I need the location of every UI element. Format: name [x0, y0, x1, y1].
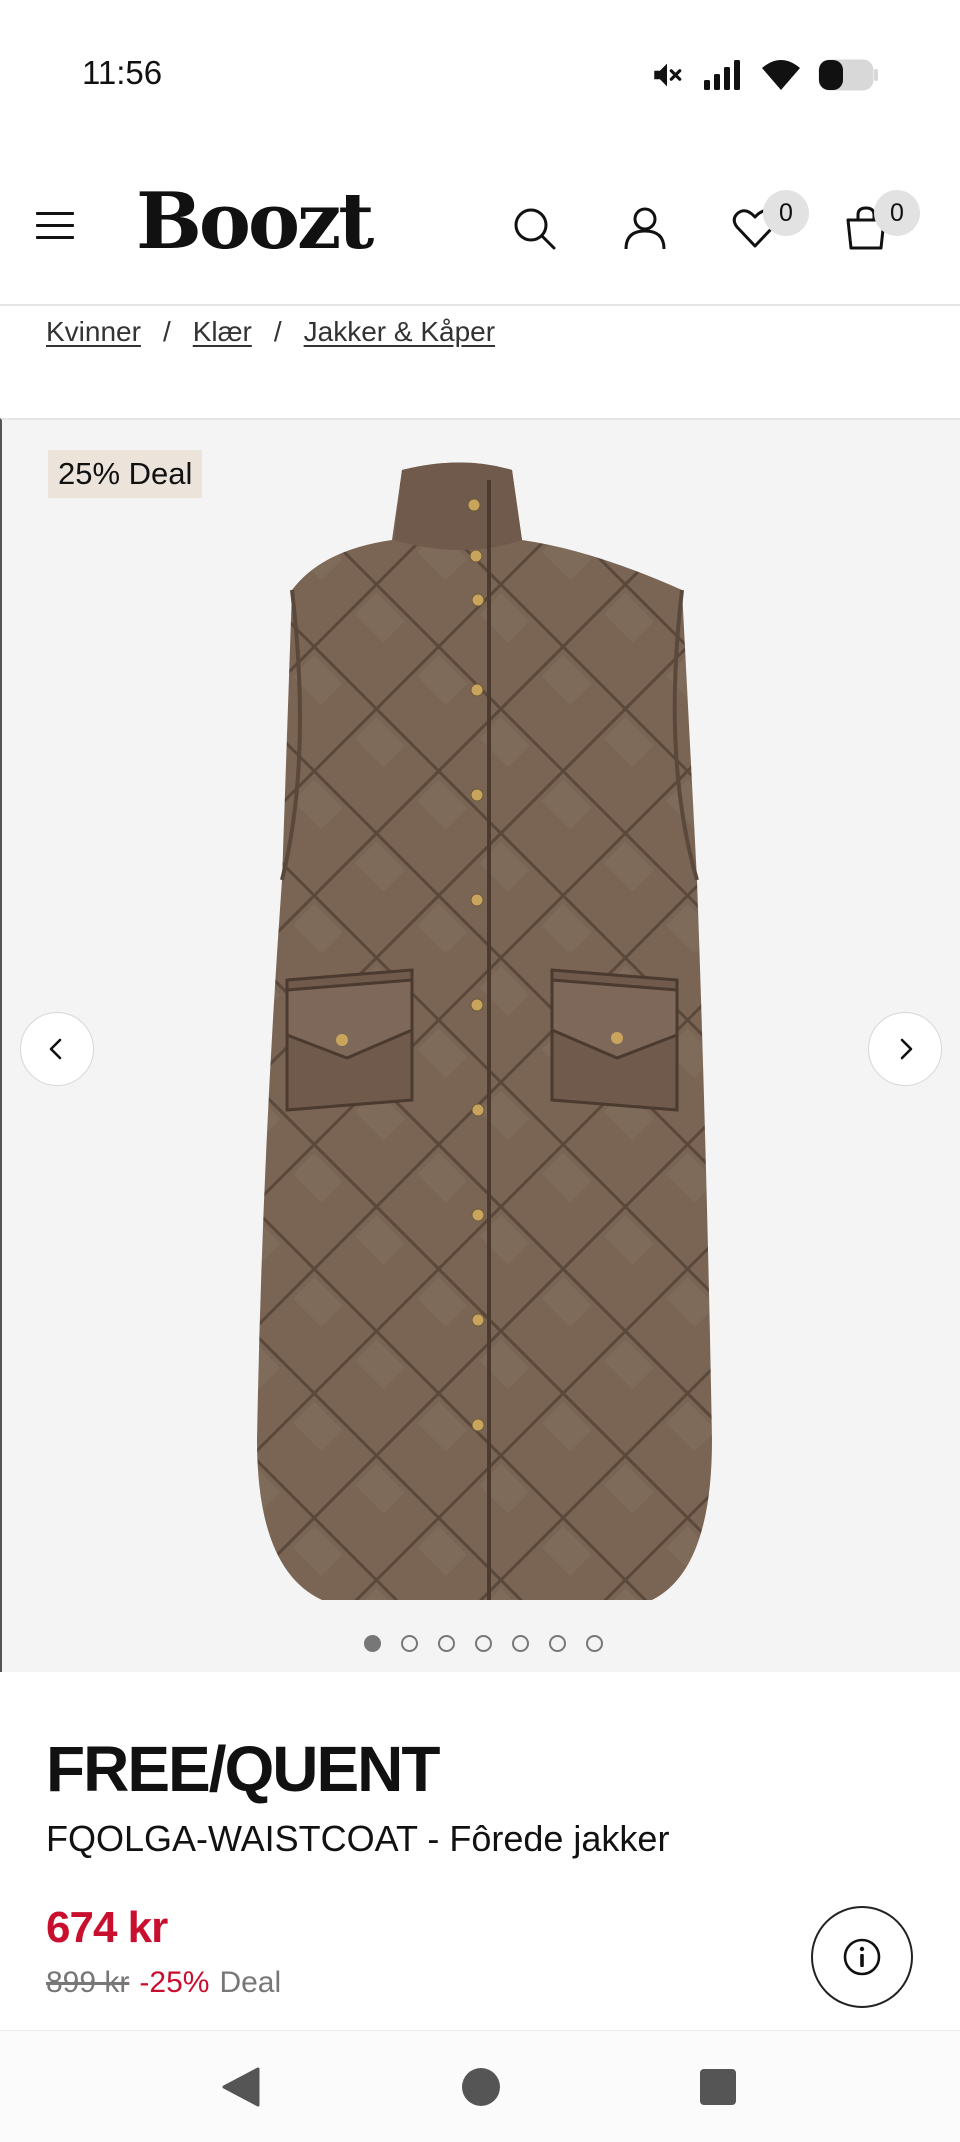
recents-button[interactable] [698, 2065, 738, 2114]
user-icon [624, 207, 666, 250]
deal-label: Deal [219, 1966, 282, 1999]
pagination-dot[interactable] [438, 1635, 455, 1652]
discount-percent: -25% [139, 1966, 210, 1999]
pagination-dot[interactable] [512, 1635, 529, 1652]
chevron-left-icon [49, 1038, 62, 1060]
pagination-dot[interactable] [401, 1635, 418, 1652]
next-image-button[interactable] [868, 1012, 942, 1086]
search-button[interactable] [508, 202, 560, 254]
system-nav-bar [0, 2030, 960, 2142]
breadcrumb: Kvinner / Klær / Jakker & Kåper [46, 316, 495, 348]
menu-button[interactable] [36, 212, 74, 242]
pagination-dot[interactable] [549, 1635, 566, 1652]
price-info-button[interactable] [811, 1906, 913, 2008]
battery-icon [818, 59, 878, 91]
menu-icon [36, 212, 74, 215]
price-details: 899 kr -25% Deal [46, 1966, 281, 2000]
image-pagination [364, 1635, 603, 1652]
mute-icon [654, 63, 682, 87]
pagination-dot[interactable] [364, 1635, 381, 1652]
product-image[interactable] [252, 460, 712, 1620]
status-bar: 11:56 [0, 0, 960, 150]
old-price: 899 kr [46, 1966, 130, 1999]
home-circle-icon [462, 2068, 500, 2106]
status-icons [650, 58, 880, 92]
cart-count-badge: 0 [874, 190, 920, 236]
account-button[interactable] [619, 202, 671, 254]
breadcrumb-item-jakker[interactable]: Jakker & Kåper [304, 316, 495, 348]
product-name: FQOLGA-WAISTCOAT - Fôrede jakker [46, 1818, 670, 1859]
info-icon [843, 1938, 881, 1976]
pagination-dot[interactable] [475, 1635, 492, 1652]
current-price: 674 kr [46, 1903, 168, 1952]
signal-icon [704, 60, 740, 90]
wishlist-count-badge: 0 [763, 190, 809, 236]
pagination-dot[interactable] [586, 1635, 603, 1652]
search-icon [514, 208, 556, 250]
breadcrumb-separator: / [273, 316, 282, 347]
home-button[interactable] [460, 2065, 502, 2114]
breadcrumb-separator: / [162, 316, 171, 347]
chevron-right-icon [900, 1038, 913, 1060]
deal-badge: 25% Deal [48, 450, 203, 498]
logo[interactable]: Boozt [136, 176, 374, 267]
breadcrumb-item-klaer[interactable]: Klær [193, 316, 252, 348]
previous-image-button[interactable] [20, 1012, 94, 1086]
breadcrumb-item-kvinner[interactable]: Kvinner [46, 316, 141, 348]
status-time: 11:56 [82, 54, 163, 91]
product-brand[interactable]: FREE/QUENT [46, 1732, 440, 1806]
product-gallery[interactable]: 25% Deal [0, 418, 960, 1672]
back-triangle-icon [222, 2067, 260, 2107]
site-header: Boozt 0 0 [0, 150, 960, 306]
back-button[interactable] [220, 2065, 262, 2114]
wifi-icon [762, 60, 800, 90]
recents-square-icon [700, 2069, 736, 2105]
